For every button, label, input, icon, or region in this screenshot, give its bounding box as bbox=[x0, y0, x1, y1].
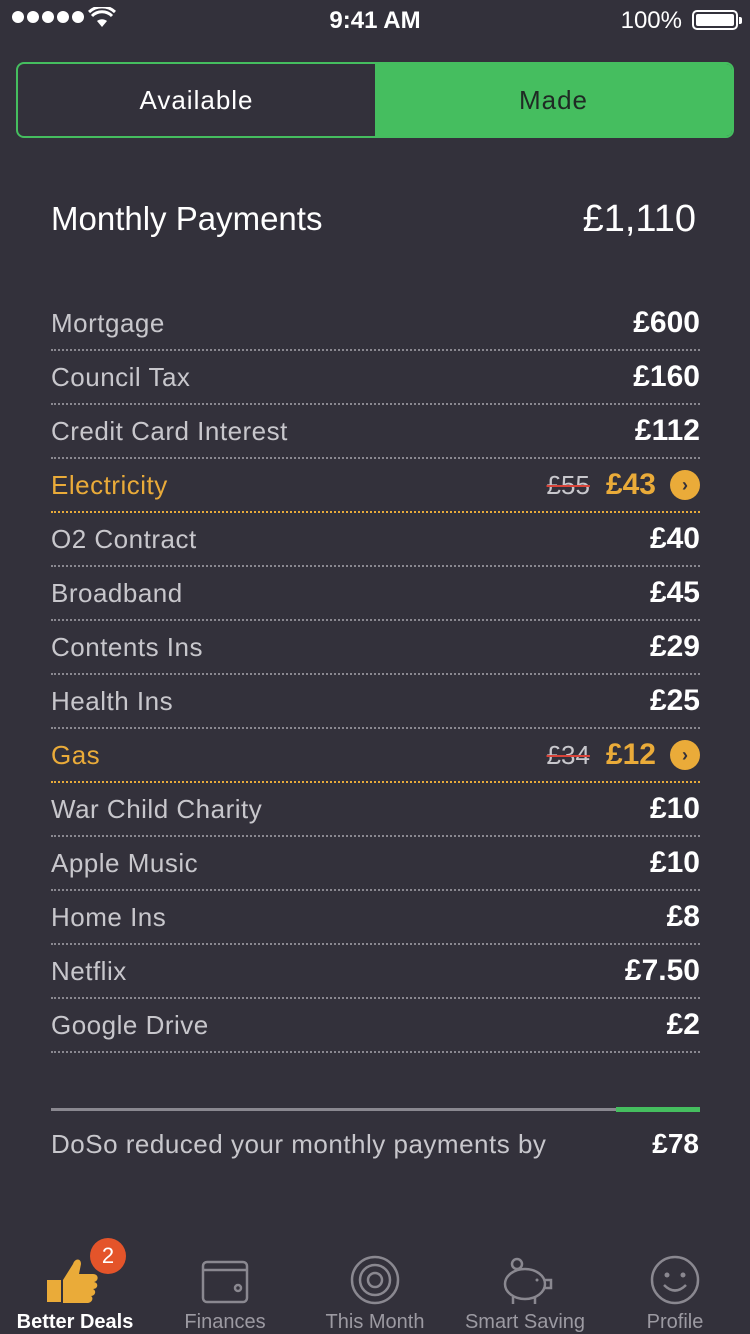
previous-amount: £55 bbox=[546, 469, 590, 500]
status-bar: 9:41 AM 100% bbox=[0, 0, 750, 40]
payment-amount: £29 bbox=[649, 630, 700, 663]
payment-label: Credit Card Interest bbox=[51, 415, 288, 446]
payment-amount: £7.50 bbox=[624, 954, 700, 987]
summary-title: Monthly Payments bbox=[51, 200, 323, 237]
tab-profile[interactable]: Profile bbox=[600, 1236, 750, 1334]
payment-row-gas[interactable]: Gas £34 £12 › bbox=[51, 729, 700, 783]
payment-row-home-ins: Home Ins £8 bbox=[51, 891, 700, 945]
tab-label: Smart Saving bbox=[464, 1311, 586, 1333]
payment-label: War Child Charity bbox=[51, 793, 263, 824]
payment-amount: £40 bbox=[649, 522, 700, 555]
payment-row-netflix: Netflix £7.50 bbox=[51, 945, 700, 999]
tab-label: Profile bbox=[646, 1311, 704, 1333]
tab-better-deals[interactable]: 2 Better Deals bbox=[0, 1236, 150, 1334]
payment-amount: £112 bbox=[634, 414, 700, 447]
payment-row-credit-card-interest: Credit Card Interest £112 bbox=[51, 405, 700, 459]
payment-label: Contents Ins bbox=[51, 631, 203, 662]
tab-label: This Month bbox=[325, 1311, 425, 1333]
payment-amount: £600 bbox=[633, 306, 700, 339]
payment-row-broadband: Broadband £45 bbox=[51, 567, 700, 621]
payment-label: Health Ins bbox=[51, 685, 174, 716]
smiley-icon bbox=[650, 1255, 700, 1305]
segmented-control: Available Made bbox=[16, 62, 734, 138]
segment-made[interactable]: Made bbox=[375, 64, 732, 136]
payment-amount: £8 bbox=[666, 900, 700, 933]
payment-amount: £45 bbox=[649, 576, 700, 609]
tab-this-month[interactable]: This Month bbox=[300, 1236, 450, 1334]
payment-row-council-tax: Council Tax £160 bbox=[51, 351, 700, 405]
payment-label: Mortgage bbox=[51, 307, 165, 338]
target-icon bbox=[350, 1255, 400, 1305]
savings-label: DoSo reduced your monthly payments by bbox=[51, 1129, 547, 1159]
tab-finances[interactable]: Finances bbox=[150, 1236, 300, 1334]
payment-amount: £25 bbox=[649, 684, 700, 717]
payment-amount: £12 bbox=[605, 738, 656, 771]
payment-label: Google Drive bbox=[51, 1009, 209, 1040]
payment-row-o2-contract: O2 Contract £40 bbox=[51, 513, 700, 567]
payment-row-apple-music: Apple Music £10 bbox=[51, 837, 700, 891]
notification-badge: 2 bbox=[90, 1238, 126, 1274]
payment-label: Gas bbox=[51, 739, 101, 770]
payment-label: Council Tax bbox=[51, 361, 191, 392]
chevron-right-icon[interactable]: › bbox=[670, 740, 700, 770]
battery-percentage: 100% bbox=[620, 7, 682, 34]
savings-progress-fill bbox=[615, 1107, 700, 1112]
payment-row-electricity[interactable]: Electricity £55 £43 › bbox=[51, 459, 700, 513]
payment-label: Apple Music bbox=[51, 847, 199, 878]
tab-smart-saving[interactable]: Smart Saving bbox=[450, 1236, 600, 1334]
chevron-right-icon[interactable]: › bbox=[670, 470, 700, 500]
payment-row-google-drive: Google Drive £2 bbox=[51, 999, 700, 1053]
payment-row-mortgage: Mortgage £600 bbox=[51, 297, 700, 351]
tab-label: Better Deals bbox=[16, 1311, 134, 1333]
payment-amount: £10 bbox=[649, 792, 700, 825]
piggy-bank-icon bbox=[503, 1257, 553, 1304]
payment-label: Netflix bbox=[51, 955, 127, 986]
payment-label: Electricity bbox=[51, 469, 168, 500]
payment-row-war-child-charity: War Child Charity £10 bbox=[51, 783, 700, 837]
tab-label: Finances bbox=[184, 1311, 266, 1333]
payment-amount: £43 bbox=[605, 468, 656, 501]
payment-row-health-ins: Health Ins £25 bbox=[51, 675, 700, 729]
payment-amount: £10 bbox=[649, 846, 700, 879]
segment-available[interactable]: Available bbox=[18, 64, 375, 136]
savings-progress-bar bbox=[51, 1107, 700, 1112]
wallet-icon bbox=[201, 1260, 249, 1304]
payment-amount: £160 bbox=[633, 360, 700, 393]
payments-list: Mortgage £600 Council Tax £160 Credit Ca… bbox=[51, 297, 700, 1053]
summary-total: £1,110 bbox=[582, 198, 696, 240]
previous-amount: £34 bbox=[546, 739, 590, 770]
payment-label: Broadband bbox=[51, 577, 183, 608]
payment-label: Home Ins bbox=[51, 901, 167, 932]
savings-amount: £78 bbox=[652, 1128, 699, 1159]
payment-row-contents-ins: Contents Ins £29 bbox=[51, 621, 700, 675]
tab-bar: 2 Better Deals Finances This Month Smart… bbox=[0, 1236, 750, 1334]
payment-label: O2 Contract bbox=[51, 523, 197, 554]
payment-amount: £2 bbox=[666, 1008, 700, 1041]
battery-icon bbox=[692, 10, 742, 30]
